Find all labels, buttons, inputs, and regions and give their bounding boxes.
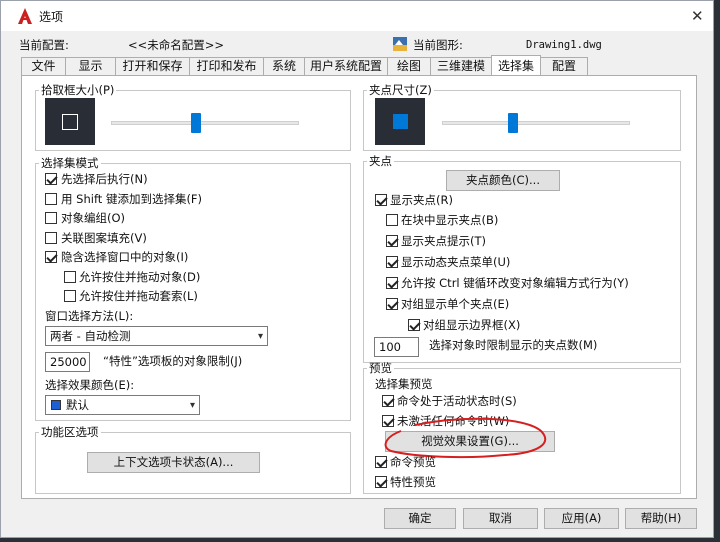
tab-open-save[interactable]: 打开和保存 [115, 57, 190, 76]
grips-title: 夹点 [369, 154, 392, 168]
pickbox-size-title: 拾取框大小(P) [41, 83, 115, 97]
window-method-value: 两者 - 自动检测 [50, 329, 131, 343]
ribbon-options-title: 功能区选项 [41, 425, 99, 439]
dynamic-grip-menu-label: 显示动态夹点菜单(U) [401, 255, 511, 269]
current-drawing-label: 当前图形: [413, 38, 463, 52]
preview-title: 预览 [369, 361, 392, 375]
grip-limit-input[interactable]: 100 [374, 337, 419, 357]
current-drawing-value: Drawing1.dwg [526, 39, 602, 51]
associative-hatch-label: 关联图案填充(V) [61, 231, 147, 245]
selection-modes-title: 选择集模式 [41, 156, 99, 170]
single-grip-groups-label: 对组显示单个夹点(E) [401, 297, 510, 311]
contextual-tab-states-button[interactable]: 上下文选项卡状态(A)... [87, 452, 260, 473]
apply-button[interactable]: 应用(A) [544, 508, 619, 529]
show-grips-checkbox[interactable] [375, 194, 387, 206]
drawing-file-icon [393, 37, 407, 51]
effect-color-select[interactable]: 默认 ▾ [45, 395, 200, 415]
shift-add-label: 用 Shift 键添加到选择集(F) [61, 192, 203, 206]
autocad-logo-icon [18, 8, 32, 24]
pickbox-square [62, 114, 78, 130]
grip-slider-track[interactable] [442, 121, 630, 125]
color-swatch [51, 400, 61, 410]
pickbox-preview [45, 98, 95, 145]
implied-window-label: 隐含选择窗口中的对象(I) [61, 250, 189, 264]
window-method-select[interactable]: 两者 - 自动检测 ▾ [45, 326, 268, 346]
group-bounding-box-checkbox[interactable] [408, 319, 420, 331]
ctrl-cycling-label: 允许按 Ctrl 键循环改变对象编辑方式行为(Y) [401, 276, 629, 290]
tab-drafting[interactable]: 绘图 [387, 57, 431, 76]
grip-slider-thumb[interactable] [508, 113, 518, 133]
single-grip-groups-checkbox[interactable] [386, 298, 398, 310]
chevron-down-icon: ▾ [189, 400, 195, 411]
object-grouping-label: 对象编组(O) [61, 211, 126, 225]
grip-limit-label: 选择对象时限制显示的夹点数(M) [429, 338, 598, 352]
ok-button[interactable]: 确定 [384, 508, 456, 529]
command-preview-checkbox[interactable] [375, 456, 387, 468]
window-title: 选项 [39, 10, 64, 24]
property-limit-input[interactable]: 25000 [45, 352, 90, 372]
object-grouping-checkbox[interactable] [45, 212, 57, 224]
grips-in-blocks-checkbox[interactable] [386, 214, 398, 226]
tab-plot-publish[interactable]: 打印和发布 [189, 57, 264, 76]
preview-active-command-checkbox[interactable] [382, 395, 394, 407]
options-dialog: 选项 ✕ 当前配置: <<未命名配置>> 当前图形: Drawing1.dwg … [0, 0, 714, 538]
current-profile-value: <<未命名配置>> [128, 38, 225, 52]
property-preview-label: 特性预览 [390, 475, 436, 489]
cancel-button[interactable]: 取消 [463, 508, 538, 529]
pickbox-slider-thumb[interactable] [191, 113, 201, 133]
dynamic-grip-menu-checkbox[interactable] [386, 256, 398, 268]
implied-window-checkbox[interactable] [45, 251, 57, 263]
grip-square [393, 114, 408, 129]
chevron-down-icon: ▾ [257, 331, 263, 342]
group-bounding-box-label: 对组显示边界框(X) [423, 318, 521, 332]
tab-profiles[interactable]: 配置 [540, 57, 588, 76]
effect-color-label: 选择效果颜色(E): [45, 378, 135, 392]
grips-in-blocks-label: 在块中显示夹点(B) [401, 213, 499, 227]
grip-size-title: 夹点尺寸(Z) [369, 83, 432, 97]
selection-preview-subtitle: 选择集预览 [375, 377, 433, 391]
associative-hatch-checkbox[interactable] [45, 232, 57, 244]
effect-color-value: 默认 [66, 398, 89, 412]
close-icon[interactable]: ✕ [691, 7, 704, 25]
press-drag-lasso-checkbox[interactable] [64, 290, 76, 302]
preview-active-command-label: 命令处于活动状态时(S) [397, 394, 517, 408]
window-method-label: 窗口选择方法(L): [45, 309, 134, 323]
grip-tips-label: 显示夹点提示(T) [401, 234, 486, 248]
grip-colors-button[interactable]: 夹点颜色(C)... [446, 170, 560, 191]
help-button[interactable]: 帮助(H) [625, 508, 697, 529]
show-grips-label: 显示夹点(R) [390, 193, 453, 207]
tab-3d-modeling[interactable]: 三维建模 [430, 57, 492, 76]
noun-verb-label: 先选择后执行(N) [61, 172, 148, 186]
pickbox-slider-track[interactable] [111, 121, 299, 125]
current-profile-label: 当前配置: [19, 38, 69, 52]
grip-preview [375, 98, 425, 145]
tab-file[interactable]: 文件 [21, 57, 66, 76]
command-preview-label: 命令预览 [390, 455, 436, 469]
property-preview-checkbox[interactable] [375, 476, 387, 488]
shift-add-checkbox[interactable] [45, 193, 57, 205]
tab-selection[interactable]: 选择集 [491, 55, 541, 75]
tab-user-preferences[interactable]: 用户系统配置 [304, 57, 388, 76]
press-drag-object-checkbox[interactable] [64, 271, 76, 283]
tab-display[interactable]: 显示 [65, 57, 116, 76]
noun-verb-checkbox[interactable] [45, 173, 57, 185]
press-drag-object-label: 允许按住并拖动对象(D) [79, 270, 201, 284]
title-bar: 选项 ✕ [1, 1, 713, 31]
tab-system[interactable]: 系统 [263, 57, 305, 76]
grip-tips-checkbox[interactable] [386, 235, 398, 247]
property-limit-label: “特性”选项板的对象限制(J) [103, 354, 243, 368]
press-drag-lasso-label: 允许按住并拖动套索(L) [79, 289, 198, 303]
ctrl-cycling-checkbox[interactable] [386, 277, 398, 289]
